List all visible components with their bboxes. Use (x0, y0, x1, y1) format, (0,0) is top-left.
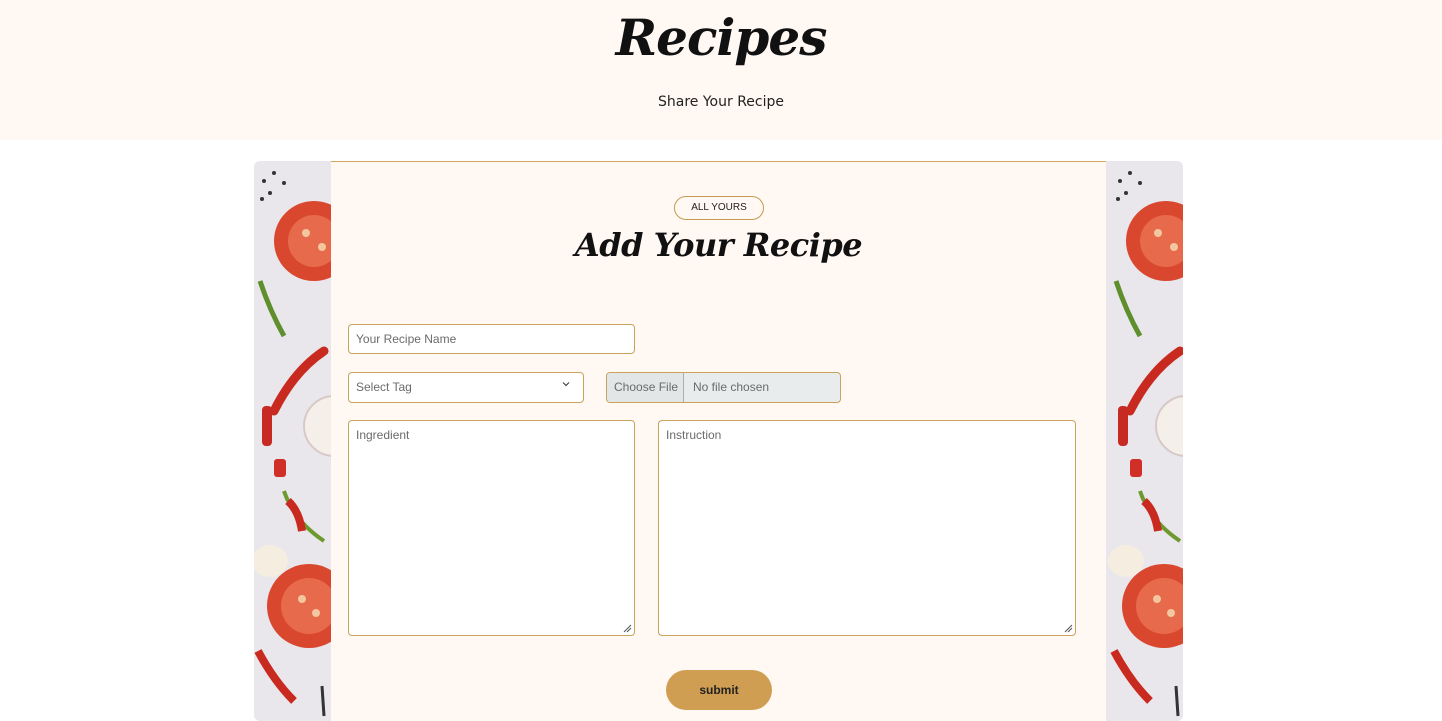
recipe-name-placeholder: Your Recipe Name (356, 332, 457, 346)
instruction-placeholder: Instruction (666, 428, 722, 442)
tag-select[interactable]: Select Tag (348, 372, 584, 403)
form-title: Add Your Recipe (574, 226, 863, 264)
choose-file-button[interactable]: Choose File (607, 373, 684, 402)
decorative-food-image-right (1106, 161, 1183, 721)
site-title: Recipes (615, 8, 828, 67)
recipe-name-input[interactable]: Your Recipe Name (348, 324, 635, 354)
ingredient-placeholder: Ingredient (356, 428, 410, 442)
all-yours-badge: ALL YOURS (674, 196, 764, 220)
chevron-down-icon (561, 379, 571, 392)
resize-grip-icon[interactable] (1064, 624, 1073, 633)
page-subtitle: Share Your Recipe (658, 94, 784, 110)
decorative-food-image-left (254, 161, 331, 721)
tag-select-value: Select Tag (356, 380, 412, 394)
ingredient-textarea[interactable]: Ingredient (348, 420, 635, 636)
instruction-textarea[interactable]: Instruction (658, 420, 1076, 636)
resize-grip-icon[interactable] (623, 624, 632, 633)
file-status-text: No file chosen (693, 380, 770, 394)
submit-button[interactable]: submit (666, 670, 772, 710)
image-file-input[interactable]: Choose File No file chosen (606, 372, 841, 403)
page-header: Recipes Share Your Recipe (0, 0, 1442, 140)
